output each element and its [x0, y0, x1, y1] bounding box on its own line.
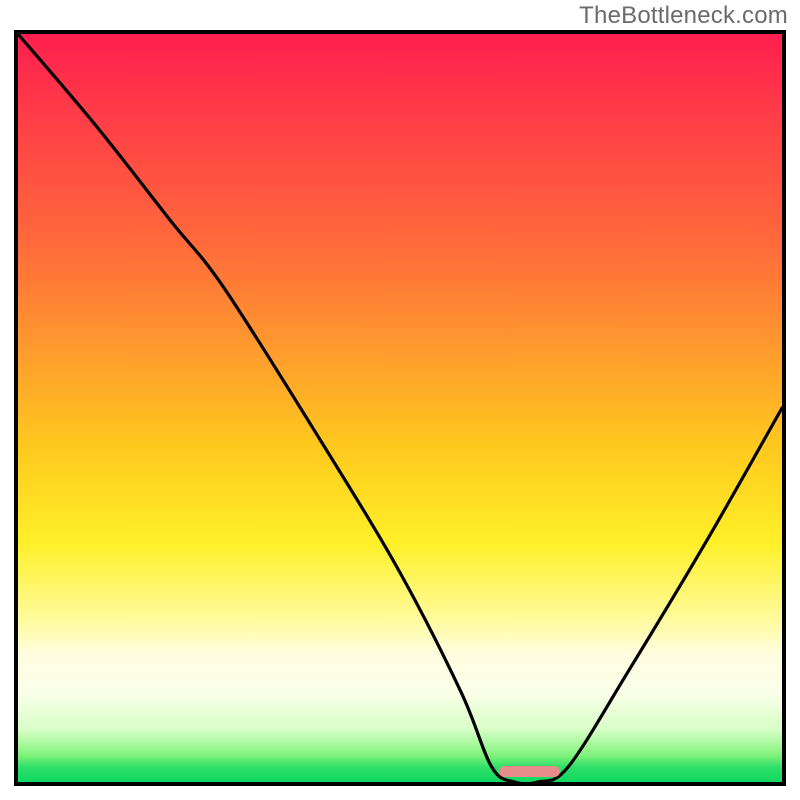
curve-layer — [18, 34, 782, 782]
chart-frame: TheBottleneck.com — [0, 0, 800, 800]
bottleneck-curve-path — [18, 34, 782, 782]
optimal-range-marker — [499, 766, 560, 777]
plot-area — [14, 30, 786, 786]
watermark-text: TheBottleneck.com — [579, 2, 788, 30]
